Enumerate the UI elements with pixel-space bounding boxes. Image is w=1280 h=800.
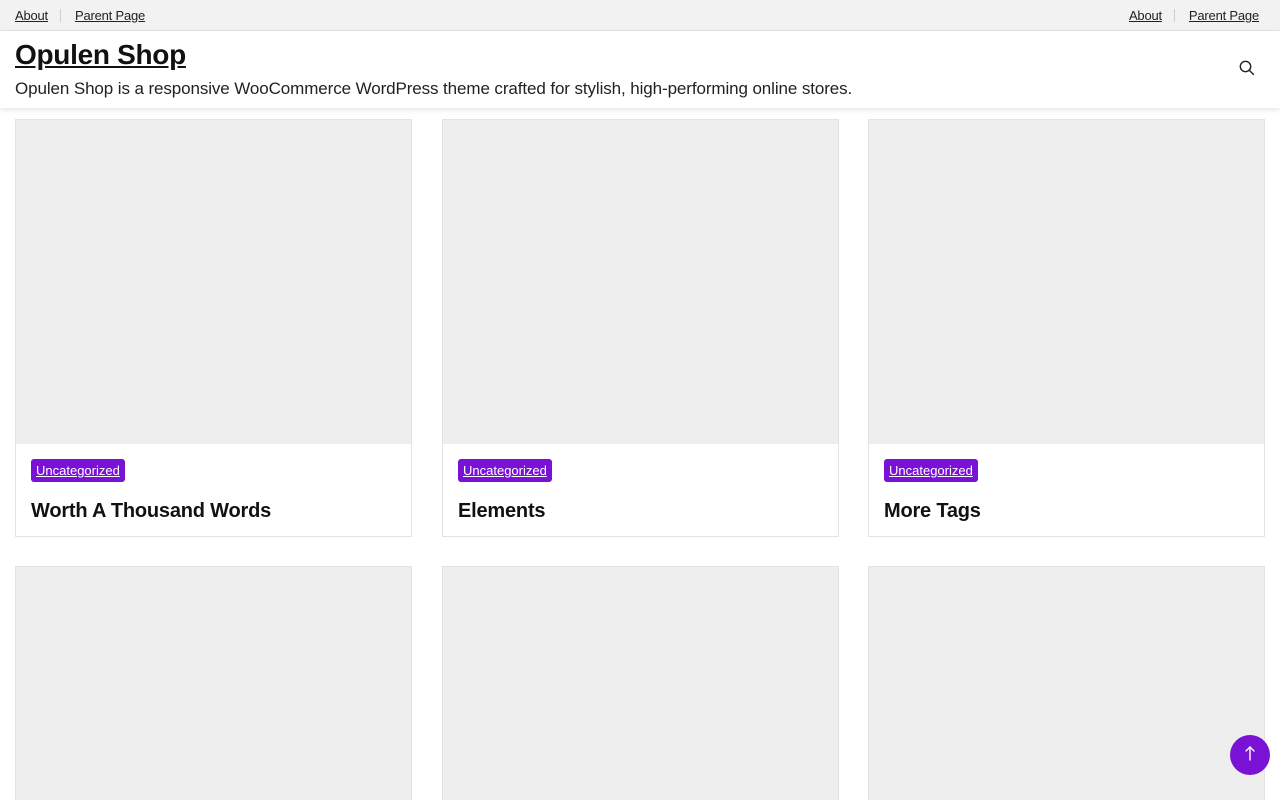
top-nav-link-parent-page[interactable]: Parent Page bbox=[1189, 8, 1259, 23]
category-badge[interactable]: Uncategorized bbox=[31, 459, 125, 482]
post-title[interactable]: More Tags bbox=[884, 500, 981, 523]
top-nav-right: About Parent Page bbox=[1129, 0, 1259, 31]
top-nav-divider bbox=[1173, 9, 1175, 22]
category-badge[interactable]: Uncategorized bbox=[884, 459, 978, 482]
top-nav-link-about[interactable]: About bbox=[1129, 8, 1162, 23]
post-thumbnail[interactable] bbox=[443, 567, 838, 800]
post-card bbox=[868, 566, 1265, 800]
post-meta: Uncategorized Worth A Thousand Words bbox=[16, 444, 411, 536]
top-bar: About Parent Page About Parent Page bbox=[0, 0, 1280, 31]
post-card: Uncategorized Elements bbox=[442, 119, 839, 537]
post-thumbnail[interactable] bbox=[16, 120, 411, 444]
post-card bbox=[442, 566, 839, 800]
arrow-up-icon bbox=[1243, 744, 1257, 767]
post-title[interactable]: Elements bbox=[458, 500, 546, 523]
post-meta: Uncategorized Elements bbox=[443, 444, 838, 536]
post-meta: Uncategorized More Tags bbox=[869, 444, 1264, 536]
post-card bbox=[15, 566, 412, 800]
post-thumbnail[interactable] bbox=[869, 567, 1264, 800]
post-thumbnail[interactable] bbox=[869, 120, 1264, 444]
post-card: Uncategorized More Tags bbox=[868, 119, 1265, 537]
post-card: Uncategorized Worth A Thousand Words bbox=[15, 119, 412, 537]
post-thumbnail[interactable] bbox=[16, 567, 411, 800]
scroll-to-top-button[interactable] bbox=[1230, 735, 1270, 775]
site-tagline: Opulen Shop is a responsive WooCommerce … bbox=[15, 79, 853, 98]
top-nav-link-parent-page[interactable]: Parent Page bbox=[75, 8, 145, 23]
search-icon[interactable] bbox=[1238, 59, 1256, 77]
post-thumbnail[interactable] bbox=[443, 120, 838, 444]
top-nav-link-about[interactable]: About bbox=[15, 8, 48, 23]
post-title[interactable]: Worth A Thousand Words bbox=[31, 500, 271, 523]
category-badge[interactable]: Uncategorized bbox=[458, 459, 552, 482]
site-title[interactable]: Opulen Shop bbox=[15, 39, 186, 71]
top-nav-left: About Parent Page bbox=[15, 0, 145, 31]
top-nav-divider bbox=[59, 9, 61, 22]
site-header: Opulen Shop Opulen Shop is a responsive … bbox=[0, 31, 1280, 108]
